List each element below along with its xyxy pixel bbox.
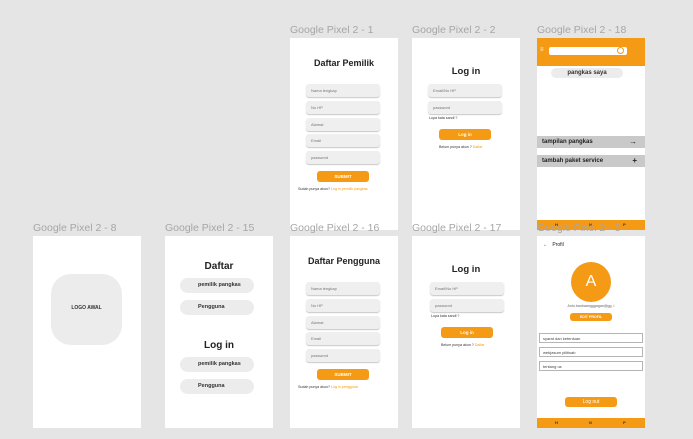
frame-pixel-17: Log in Email/No HP password Lupa kata sa… [412,236,520,428]
page-title: Log in [451,264,481,275]
password-field[interactable]: password [306,151,380,164]
footer-note: Belum punya akun ? Daftar [441,343,485,347]
daftar-pemilik-button[interactable]: pemilik pangkas [180,278,254,293]
search-icon[interactable] [617,47,624,54]
page-title: Log in [451,66,481,77]
login-title: Log in [204,340,234,351]
logout-button[interactable]: Log out [565,397,617,407]
password-field[interactable]: password [428,101,502,114]
nama-field[interactable]: Nama lengkap [306,84,380,97]
profile-email: Anto.banbaangggagan@gg..! [567,304,615,308]
frame-label-pixel-2: Google Pixel 2 - 2 [412,24,496,36]
alamat-field[interactable]: Alamat [306,316,380,329]
menu-tampilan-pangkas[interactable]: tampilan pangkas → [537,136,645,148]
login-pengguna-button[interactable]: Pengguna [180,379,254,394]
daftar-pengguna-button[interactable]: Pengguna [180,300,254,315]
frame-label-pixel-3: Google Pixel 2 - 3 [537,222,621,234]
tentang-item[interactable]: tentang us [539,361,643,371]
password-field[interactable]: password [306,349,380,362]
daftar-title: Daftar [204,261,234,272]
footer-link[interactable]: Daftar [475,343,485,347]
email-field[interactable]: Email [306,134,380,147]
alamat-field[interactable]: Alamat [306,118,380,131]
hp-field[interactable]: No HP [306,101,380,114]
edit-profile-button[interactable]: EDIT PROFIL [570,313,612,321]
footer-link[interactable]: Daftar [473,145,483,149]
menu-tambah-label: tambah paket service [542,158,604,164]
frame-pixel-3: ← Profil A Anto.banbaangggagan@gg..! EDI… [537,236,645,428]
back-label: Profil [552,242,564,248]
tab-pangkas-saya[interactable]: pangkas saya [551,68,623,78]
logo-text: LOGO AWAL [71,305,102,311]
arrow-right-icon: → [629,137,637,146]
submit-button[interactable]: SUBMIT [317,171,369,182]
email-field[interactable]: Email/No HP [430,282,504,295]
frame-pixel-18: ≡ pangkas saya tampilan pangkas → tambah… [537,38,645,230]
nav-profile[interactable]: P [623,420,626,425]
login-button[interactable]: Log in [439,129,491,140]
page-title: Daftar Pengguna [307,256,380,266]
back-nav[interactable]: ← Profil [543,242,564,248]
frame-pixel-15: Daftar pemilik pangkas Pengguna Log in p… [165,236,273,428]
nav-notif[interactable]: N [589,420,592,425]
nav-home[interactable]: H [555,420,558,425]
frame-pixel-16: Daftar Pengguna Nama lengkap No HP Alama… [290,236,398,428]
bottom-nav: H N P [537,418,645,428]
webjasum-item[interactable]: webjasum pilitisab [539,347,643,357]
submit-button[interactable]: SUBMIT [317,369,369,380]
frame-pixel-1: Daftar Pemilik Nama lengkap No HP Alamat… [290,38,398,230]
menu-icon[interactable]: ≡ [540,47,544,53]
footer-link[interactable]: Log in pemilik pangkas [331,187,368,191]
email-field[interactable]: Email [306,332,380,345]
menu-tambah-paket[interactable]: tambah paket service + [537,155,645,167]
frame-label-pixel-18: Google Pixel 2 - 18 [537,24,627,36]
email-field[interactable]: Email/No HP [428,84,502,97]
avatar: A [571,262,611,302]
plus-icon: + [632,156,637,165]
search-input[interactable] [549,47,627,55]
footer-note: Sudah punya akun? Log in pemilik pangkas [298,187,368,191]
login-pemilik-button[interactable]: pemilik pangkas [180,357,254,372]
nama-field[interactable]: Nama lengkap [306,282,380,295]
password-field[interactable]: password [430,299,504,312]
frame-pixel-2: Log in Email/No HP password Lupa kata sa… [412,38,520,230]
frame-label-pixel-17: Google Pixel 2 - 17 [412,222,502,234]
footer-text: Belum punya akun ? [439,145,472,149]
footer-text: Sudah punya akun? [298,385,330,389]
page-title: Daftar Pemilik [313,58,375,68]
footer-note: Sudah punya akun? Log in pengguna [298,385,358,389]
menu-tampilan-label: tampilan pangkas [542,139,593,145]
footer-text: Belum punya akun ? [441,343,474,347]
forgot-password-link[interactable]: Lupa kata sandi ? [431,314,459,318]
nav-profile[interactable]: P [623,222,626,227]
header-bar: ≡ [537,38,645,66]
frame-label-pixel-1: Google Pixel 2 - 1 [290,24,374,36]
footer-link[interactable]: Log in pengguna [331,385,358,389]
frame-label-pixel-15: Google Pixel 2 - 15 [165,222,255,234]
back-arrow-icon: ← [543,242,548,248]
footer-note: Belum punya akun ? Daftar [439,145,483,149]
login-button[interactable]: Log in [441,327,493,338]
frame-pixel-8: LOGO AWAL [33,236,141,428]
frame-label-pixel-8: Google Pixel 2 - 8 [33,222,117,234]
frame-label-pixel-16: Google Pixel 2 - 16 [290,222,380,234]
syarat-item[interactable]: syarat dan ketentuan [539,333,643,343]
forgot-password-link[interactable]: Lupa kata sandi ? [429,116,457,120]
footer-text: Sudah punya akun? [298,187,330,191]
hp-field[interactable]: No HP [306,299,380,312]
